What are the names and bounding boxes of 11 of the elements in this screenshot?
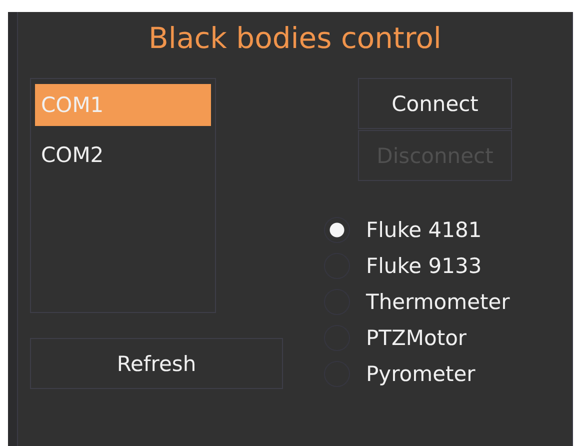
port-list[interactable]: COM1 COM2 <box>30 78 216 313</box>
connect-button[interactable]: Connect <box>358 78 512 129</box>
radio-label[interactable]: PTZMotor <box>366 326 467 350</box>
radio-label[interactable]: Pyrometer <box>366 362 476 386</box>
radio-label[interactable]: Thermometer <box>366 290 510 314</box>
port-item[interactable]: COM2 <box>35 134 211 176</box>
radio-label[interactable]: Fluke 9133 <box>366 254 482 278</box>
refresh-button[interactable]: Refresh <box>30 338 283 389</box>
radio-label[interactable]: Fluke 4181 <box>366 218 482 242</box>
panel-title: Black bodies control <box>148 20 442 57</box>
radio-button[interactable] <box>324 217 350 243</box>
